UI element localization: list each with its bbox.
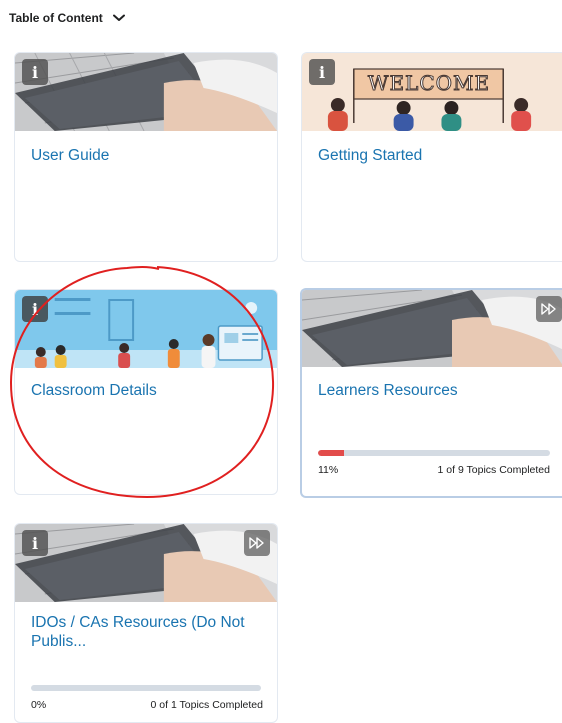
chevron-down-icon bbox=[112, 14, 125, 22]
fast-forward-icon[interactable] bbox=[536, 296, 562, 322]
info-icon: i bbox=[22, 530, 48, 556]
card-title[interactable]: Learners Resources bbox=[318, 381, 550, 400]
card-image: WELCOME i bbox=[302, 53, 562, 131]
progress-fill bbox=[318, 450, 344, 456]
progress-topics-completed: 0 of 1 Topics Completed bbox=[150, 699, 263, 711]
card-user-guide[interactable]: i User Guide bbox=[14, 52, 278, 262]
progress-bar bbox=[31, 685, 261, 691]
progress-topics-completed: 1 of 9 Topics Completed bbox=[437, 464, 550, 476]
toc-label: Table of Content bbox=[9, 11, 103, 25]
card-learners-resources[interactable]: Learners Resources 11% 1 of 9 Topics Com… bbox=[300, 288, 562, 498]
welcome-banner-text: WELCOME bbox=[367, 71, 491, 96]
card-title[interactable]: User Guide bbox=[31, 146, 263, 165]
progress-bar bbox=[318, 450, 550, 456]
progress-percent: 11% bbox=[318, 464, 339, 476]
card-image: i bbox=[15, 524, 277, 602]
card-image: i bbox=[15, 53, 277, 131]
info-icon: i bbox=[22, 59, 48, 85]
card-idos-resources[interactable]: i IDOs / CAs Resources (Do Not Publis...… bbox=[14, 523, 278, 723]
card-image bbox=[302, 290, 562, 367]
card-image: i bbox=[15, 290, 277, 368]
card-title[interactable]: IDOs / CAs Resources (Do Not Publis... bbox=[31, 613, 257, 651]
card-classroom-details[interactable]: i Classroom Details bbox=[14, 289, 278, 495]
info-icon: i bbox=[22, 296, 48, 322]
card-getting-started[interactable]: WELCOME i Getting Started bbox=[301, 52, 562, 262]
info-icon: i bbox=[309, 59, 335, 85]
card-title[interactable]: Classroom Details bbox=[31, 381, 263, 400]
table-of-content-toggle[interactable]: Table of Content bbox=[9, 11, 125, 25]
progress-percent: 0% bbox=[31, 699, 47, 711]
card-title[interactable]: Getting Started bbox=[318, 146, 549, 165]
fast-forward-icon[interactable] bbox=[244, 530, 270, 556]
